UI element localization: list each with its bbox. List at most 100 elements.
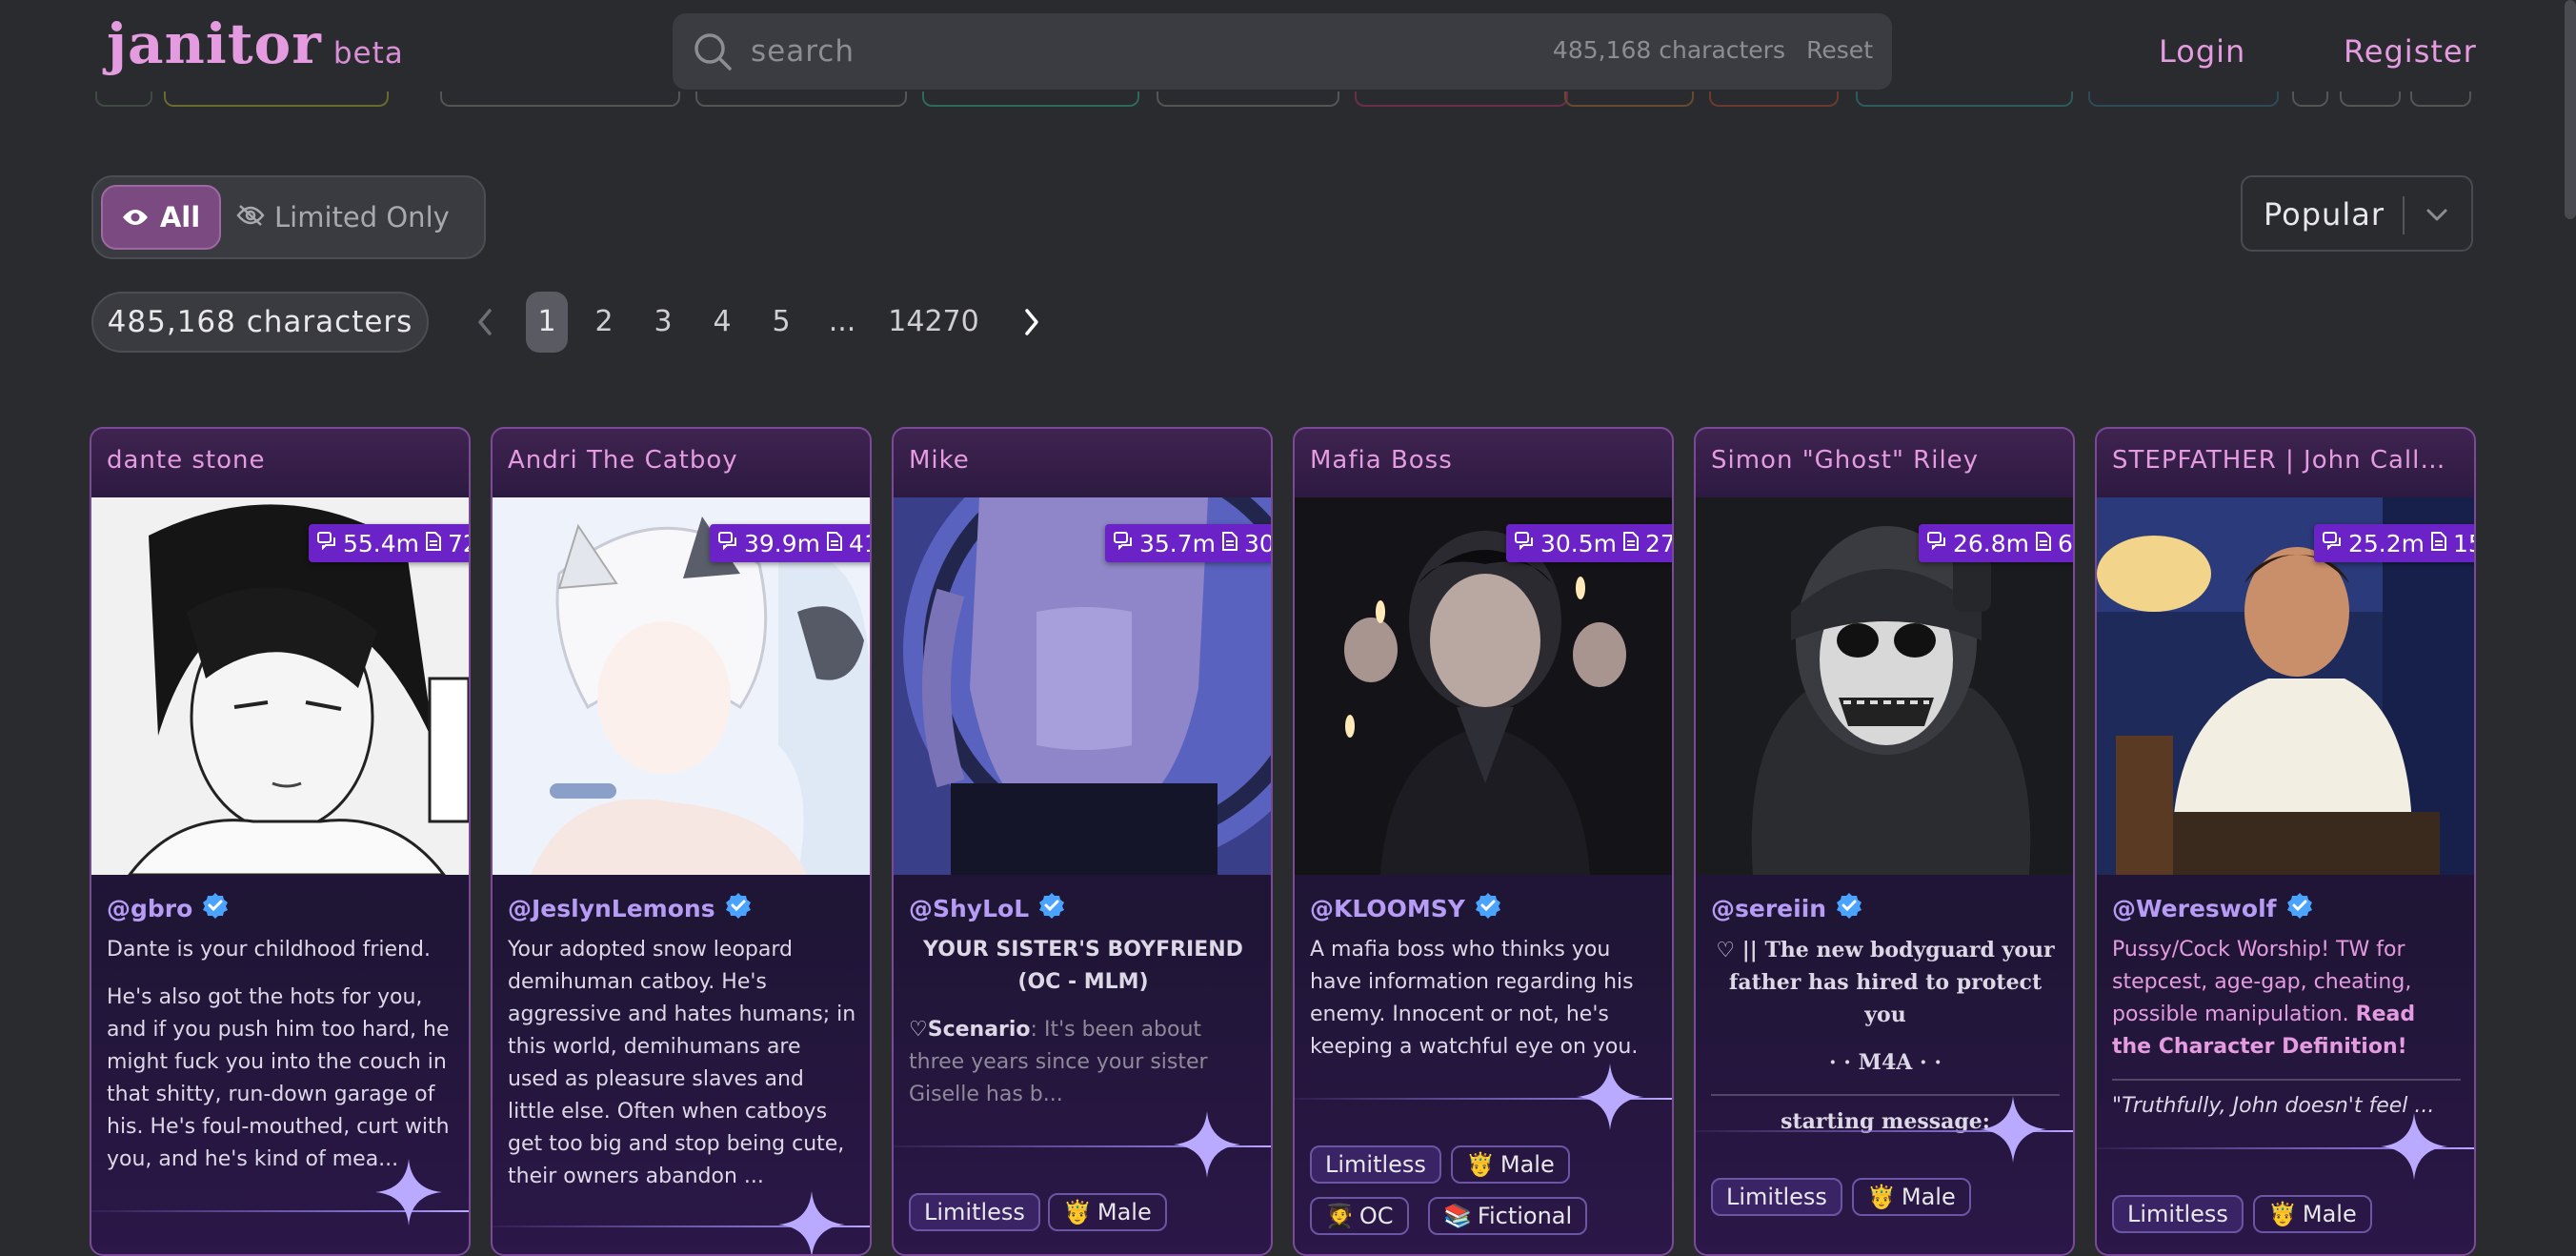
scrollbar-thumb[interactable] <box>2565 0 2576 219</box>
register-button[interactable]: Register <box>2344 13 2477 90</box>
top-header: janitor beta 485,168 characters Reset Lo… <box>0 0 2576 105</box>
tag-label: Fictional <box>1477 1203 1573 1229</box>
author-name[interactable]: @ShyLoL <box>909 895 1029 922</box>
student-icon: 🧑‍🎓 <box>1325 1203 1354 1229</box>
tag-chip[interactable] <box>1709 91 1839 107</box>
tag-chip[interactable] <box>2292 91 2328 107</box>
character-card[interactable]: Mike 35.7m 30 @ShyLoL YOUR SISTER'S BOYF… <box>892 427 1273 1256</box>
tag-male[interactable]: 🤴 Male <box>1852 1178 1971 1216</box>
tag-label: Male <box>1499 1151 1555 1178</box>
author-link[interactable]: @gbro <box>107 892 229 924</box>
verified-badge-icon <box>1475 892 1501 924</box>
verified-badge-icon <box>1038 892 1065 924</box>
logo-wordmark[interactable]: janitor <box>107 11 322 76</box>
author-name[interactable]: @JeslynLemons <box>508 895 715 922</box>
document-icon <box>826 530 843 557</box>
beta-label: beta <box>332 36 404 71</box>
tag-chip[interactable] <box>922 91 1139 107</box>
filter-all-button[interactable]: All <box>101 185 221 250</box>
card-description: A mafia boss who thinks you have informa… <box>1310 934 1659 1079</box>
tag-oc[interactable]: 🧑‍🎓 OC <box>1310 1197 1409 1235</box>
search-reset-button[interactable]: Reset <box>1806 36 1873 64</box>
tag-label: OC <box>1358 1203 1394 1229</box>
card-title[interactable]: dante stone <box>107 446 455 475</box>
author-link[interactable]: @sereiin <box>1711 892 1862 924</box>
author-name[interactable]: @Wereswolf <box>2112 895 2277 922</box>
tag-male[interactable]: 🤴 Male <box>1451 1145 1570 1184</box>
page-button[interactable]: 2 <box>583 292 625 353</box>
chat-count: 39.9m <box>744 529 821 557</box>
search-bar[interactable]: 485,168 characters Reset <box>673 13 1892 90</box>
card-title[interactable]: Mafia Boss <box>1310 446 1659 475</box>
character-card[interactable]: Mafia Boss 30.5m 27 @KLOOMSY A mafia bos… <box>1293 427 1674 1256</box>
tag-chip[interactable] <box>1856 91 2073 107</box>
filter-limited-label: Limited Only <box>274 201 450 233</box>
tag-chip[interactable] <box>2410 91 2471 107</box>
document-icon <box>425 530 442 557</box>
tag-male[interactable]: 🤴 Male <box>1048 1193 1167 1231</box>
character-count-badge: 485,168 characters <box>91 292 429 353</box>
search-icon <box>692 30 734 76</box>
chat-count: 35.7m <box>1139 529 1217 557</box>
desc-paragraph: Dante is your childhood friend. <box>107 938 431 962</box>
character-card[interactable]: Andri The Catboy 39.9m 41 @JeslynLemons … <box>491 427 872 1256</box>
page-button[interactable]: 3 <box>642 292 684 353</box>
tag-chip[interactable] <box>2340 91 2401 107</box>
page-button[interactable]: 1 <box>526 292 568 353</box>
card-title[interactable]: Mike <box>909 446 1258 475</box>
author-link[interactable]: @KLOOMSY <box>1310 892 1501 924</box>
tag-male[interactable]: 🤴 Male <box>2253 1195 2372 1233</box>
sort-selected-value: Popular <box>2264 196 2385 233</box>
chat-bubbles-icon <box>316 530 337 557</box>
character-card[interactable]: STEPFATHER | John Callow... 25.2m 15 @We… <box>2095 427 2476 1256</box>
tag-chip[interactable] <box>2088 91 2279 107</box>
search-input[interactable] <box>749 29 1477 74</box>
message-count: 6 <box>2058 529 2073 557</box>
page-button[interactable]: 5 <box>760 292 802 353</box>
document-icon <box>1221 530 1238 557</box>
tag-chip[interactable] <box>1564 91 1694 107</box>
chat-bubbles-icon <box>717 530 738 557</box>
card-description: YOUR SISTER'S BOYFRIEND (OC - MLM) ♡Scen… <box>909 934 1258 1126</box>
author-link[interactable]: @JeslynLemons <box>508 892 752 924</box>
books-icon: 📚 <box>1443 1203 1472 1229</box>
author-link[interactable]: @ShyLoL <box>909 892 1065 924</box>
tag-limitless[interactable]: Limitless <box>909 1193 1040 1231</box>
character-card[interactable]: dante stone 55.4m 72 @gbro Dante is your… <box>90 427 471 1256</box>
tag-fictional[interactable]: 📚 Fictional <box>1428 1197 1588 1235</box>
tag-limitless[interactable]: Limitless <box>1310 1145 1441 1184</box>
login-button[interactable]: Login <box>2159 13 2245 90</box>
eye-off-icon <box>236 201 265 233</box>
author-name[interactable]: @KLOOMSY <box>1310 895 1465 922</box>
sort-dropdown[interactable]: Popular <box>2241 175 2473 252</box>
sparkle-icon <box>1174 1111 1240 1178</box>
page-button[interactable]: 4 <box>701 292 743 353</box>
janitor-logo[interactable]: janitor beta <box>107 11 404 76</box>
visibility-toggle: All Limited Only <box>91 175 486 259</box>
tag-strip[interactable] <box>0 91 2576 111</box>
author-link[interactable]: @Wereswolf <box>2112 892 2313 924</box>
author-name[interactable]: @sereiin <box>1711 895 1826 922</box>
card-title[interactable]: STEPFATHER | John Callow... <box>2112 446 2461 475</box>
tag-limitless[interactable]: Limitless <box>2112 1195 2244 1233</box>
tag-chip[interactable] <box>1355 91 1568 107</box>
search-result-count: 485,168 characters <box>1552 36 1785 64</box>
tag-chip[interactable] <box>440 91 680 107</box>
tag-chip[interactable] <box>1157 91 1339 107</box>
filter-limited-button[interactable]: Limited Only <box>236 185 474 250</box>
tag-limitless[interactable]: Limitless <box>1711 1178 1842 1216</box>
character-card[interactable]: Simon "Ghost" Riley 26.8m 6 @sereiin ♡ |… <box>1694 427 2075 1256</box>
prince-icon: 🤴 <box>1466 1151 1495 1178</box>
tag-chip[interactable] <box>95 91 152 107</box>
tag-chip[interactable] <box>164 91 389 107</box>
card-title[interactable]: Simon "Ghost" Riley <box>1711 446 2060 475</box>
next-page-button[interactable] <box>1014 292 1048 353</box>
card-title[interactable]: Andri The Catboy <box>508 446 856 475</box>
page-button[interactable]: 14270 <box>886 292 981 353</box>
card-stats: 39.9m 41 <box>710 524 870 562</box>
sparkle-icon <box>1577 1064 1643 1130</box>
tag-chip[interactable] <box>695 91 907 107</box>
author-name[interactable]: @gbro <box>107 895 192 922</box>
prev-page-button[interactable] <box>469 292 503 353</box>
chat-count: 55.4m <box>343 529 420 557</box>
